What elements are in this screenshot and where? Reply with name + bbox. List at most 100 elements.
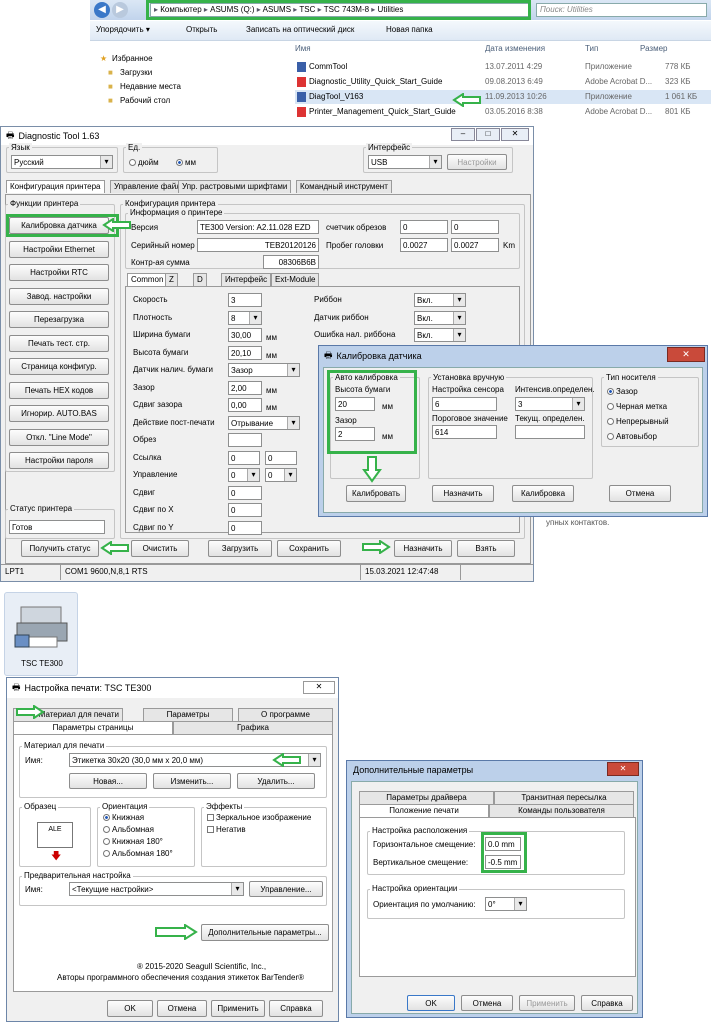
sub-tab[interactable]: Common bbox=[127, 273, 168, 286]
lang-select[interactable]: Русский bbox=[11, 155, 113, 169]
print-cancel-button[interactable]: Отмена bbox=[157, 1000, 207, 1017]
edit-stock-button[interactable]: Изменить... bbox=[153, 773, 231, 789]
print-help-button[interactable]: Справка bbox=[269, 1000, 323, 1017]
func-button[interactable]: Настройки RTC bbox=[9, 264, 109, 281]
adv-tab[interactable]: Транзитная пересылка bbox=[494, 791, 634, 804]
adv-tab[interactable]: Команды пользователя bbox=[489, 804, 634, 817]
print-tab[interactable]: Параметры страницы bbox=[13, 721, 173, 734]
func-button[interactable]: Настройки Ethernet bbox=[9, 240, 109, 258]
get-status-button[interactable]: Получить статус bbox=[21, 540, 99, 557]
ori-select[interactable]: 0° bbox=[485, 897, 527, 911]
maximize-button[interactable]: □ bbox=[476, 128, 500, 141]
search-input[interactable]: Поиск: Utilities bbox=[536, 3, 707, 17]
unit-inch-radio[interactable]: дюйм bbox=[129, 158, 159, 167]
column-header[interactable]: Тип bbox=[585, 44, 598, 53]
clear-button[interactable]: Очистить bbox=[131, 540, 189, 557]
forward-button[interactable]: ▶ bbox=[112, 2, 128, 18]
toolbar-item[interactable]: Упорядочить ▾ bbox=[96, 25, 150, 34]
field-value[interactable]: 8 bbox=[228, 310, 262, 325]
print-apply-button[interactable]: Применить bbox=[211, 1000, 265, 1017]
calib-close-button[interactable]: ✕ bbox=[667, 347, 705, 362]
field-value[interactable]: 0 bbox=[228, 485, 262, 500]
orient-portrait-radio[interactable]: Книжная bbox=[103, 813, 144, 822]
manage-button[interactable]: Управление... bbox=[249, 881, 323, 897]
print-tab[interactable]: Графика bbox=[173, 721, 333, 734]
field-value[interactable]: 30,00 bbox=[228, 328, 262, 342]
sub-tab[interactable]: D bbox=[193, 273, 207, 286]
back-button[interactable]: ◀ bbox=[94, 2, 110, 18]
sub-tab[interactable]: Z bbox=[165, 273, 178, 286]
iface-settings-button[interactable]: Настройки bbox=[447, 154, 507, 170]
calibration-button[interactable]: Калибровка bbox=[512, 485, 574, 502]
field-value[interactable]: 0 bbox=[228, 520, 262, 535]
print-close-button[interactable]: ✕ bbox=[303, 681, 335, 694]
column-header[interactable]: Имя bbox=[295, 44, 311, 53]
nav-item[interactable]: Недавние места bbox=[120, 82, 181, 91]
mirror-checkbox[interactable]: Зеркальное изображение bbox=[207, 813, 311, 822]
media-cont-radio[interactable]: Непрерывный bbox=[607, 417, 669, 426]
media-gap-radio[interactable]: Зазор bbox=[607, 387, 638, 396]
adv-apply-button[interactable]: Применить bbox=[519, 995, 575, 1011]
orient-portrait180-radio[interactable]: Книжная 180° bbox=[103, 837, 163, 846]
nav-item[interactable]: Загрузки bbox=[120, 68, 152, 77]
func-button[interactable]: Перезагрузка bbox=[9, 311, 109, 328]
adv-close-button[interactable]: ✕ bbox=[607, 762, 639, 776]
load-button[interactable]: Загрузить bbox=[208, 540, 272, 557]
file-row[interactable]: CommTool 13.07.2011 4:29 Приложение 778 КБ bbox=[295, 60, 711, 74]
field-value[interactable]: 2,00 bbox=[228, 380, 262, 395]
field-value[interactable]: Вкл. bbox=[414, 328, 466, 342]
func-button[interactable]: Завод. настройки bbox=[9, 287, 109, 305]
adv-tab[interactable]: Параметры драйвера bbox=[359, 791, 494, 804]
field-value[interactable]: Вкл. bbox=[414, 293, 466, 307]
field-value-2[interactable]: 0 bbox=[265, 468, 297, 482]
sub-tab[interactable]: Интерфейс bbox=[221, 273, 272, 286]
print-tab[interactable]: О программе bbox=[238, 708, 333, 721]
field-value[interactable]: Зазор bbox=[228, 363, 300, 377]
print-tab[interactable]: Параметры bbox=[143, 708, 233, 721]
adv-tab[interactable]: Положение печати bbox=[359, 804, 489, 817]
func-button[interactable]: Страница конфигур. bbox=[9, 358, 109, 375]
field-value[interactable]: Вкл. bbox=[414, 310, 466, 325]
media-auto-radio[interactable]: Автовыбор bbox=[607, 432, 657, 441]
toolbar-item[interactable]: Открыть bbox=[186, 25, 217, 34]
delete-stock-button[interactable]: Удалить... bbox=[237, 773, 315, 789]
diag-tab[interactable]: Упр. растровыми шрифтами bbox=[178, 180, 292, 193]
orient-landscape180-radio[interactable]: Альбомная 180° bbox=[103, 849, 173, 858]
field-value[interactable] bbox=[228, 433, 262, 447]
func-button[interactable]: Откл. "Line Mode" bbox=[9, 428, 109, 446]
func-button[interactable]: Печать тест. стр. bbox=[9, 334, 109, 352]
adv-help-button[interactable]: Справка bbox=[581, 995, 633, 1011]
field-value[interactable]: 3 bbox=[228, 293, 262, 307]
new-stock-button[interactable]: Новая... bbox=[69, 773, 147, 789]
diag-tab[interactable]: Командный инструмент bbox=[296, 180, 392, 193]
preset-select[interactable]: <Текущие настройки> bbox=[69, 882, 244, 896]
close-button[interactable]: ✕ bbox=[501, 128, 529, 141]
nav-item[interactable]: Избранное bbox=[112, 54, 153, 63]
sub-tab[interactable]: Ext-Module bbox=[271, 273, 320, 286]
calib-assign-button[interactable]: Назначить bbox=[432, 485, 494, 502]
toolbar-item[interactable]: Записать на оптический диск bbox=[246, 25, 354, 34]
func-button[interactable]: Игнорир. AUTO.BAS bbox=[9, 405, 109, 422]
orient-landscape-radio[interactable]: Альбомная bbox=[103, 825, 154, 834]
field-value[interactable]: 0 bbox=[228, 450, 260, 465]
adv-cancel-button[interactable]: Отмена bbox=[461, 995, 513, 1011]
nav-item[interactable]: Рабочий стол bbox=[120, 96, 170, 105]
column-header[interactable]: Дата изменения bbox=[485, 44, 545, 53]
adv-ok-button[interactable]: OK bbox=[407, 995, 455, 1011]
iface-select[interactable]: USB bbox=[368, 155, 442, 169]
print-ok-button[interactable]: OK bbox=[107, 1000, 153, 1017]
threshold-field[interactable]: 614 bbox=[432, 425, 497, 439]
func-button[interactable]: Настройки пароля bbox=[9, 452, 109, 469]
file-row[interactable]: DiagTool_V163 11.09.2013 10:26 Приложение 1… bbox=[295, 90, 711, 104]
toolbar-item[interactable]: Новая папка bbox=[386, 25, 433, 34]
calib-cancel-button[interactable]: Отмена bbox=[609, 485, 671, 502]
intensity-select[interactable]: 3 bbox=[515, 397, 585, 411]
advanced-button[interactable]: Дополнительные параметры... bbox=[201, 924, 329, 941]
negative-checkbox[interactable]: Негатив bbox=[207, 825, 246, 834]
field-value-2[interactable]: 0 bbox=[265, 450, 297, 465]
printer-desktop-icon[interactable]: TSC TE300 bbox=[4, 592, 78, 676]
minimize-button[interactable]: – bbox=[451, 128, 475, 141]
get-button[interactable]: Взять bbox=[457, 540, 515, 557]
sensor-field[interactable]: 6 bbox=[432, 397, 497, 411]
file-row[interactable]: Diagnostic_Utility_Quick_Start_Guide 09.0… bbox=[295, 75, 711, 89]
